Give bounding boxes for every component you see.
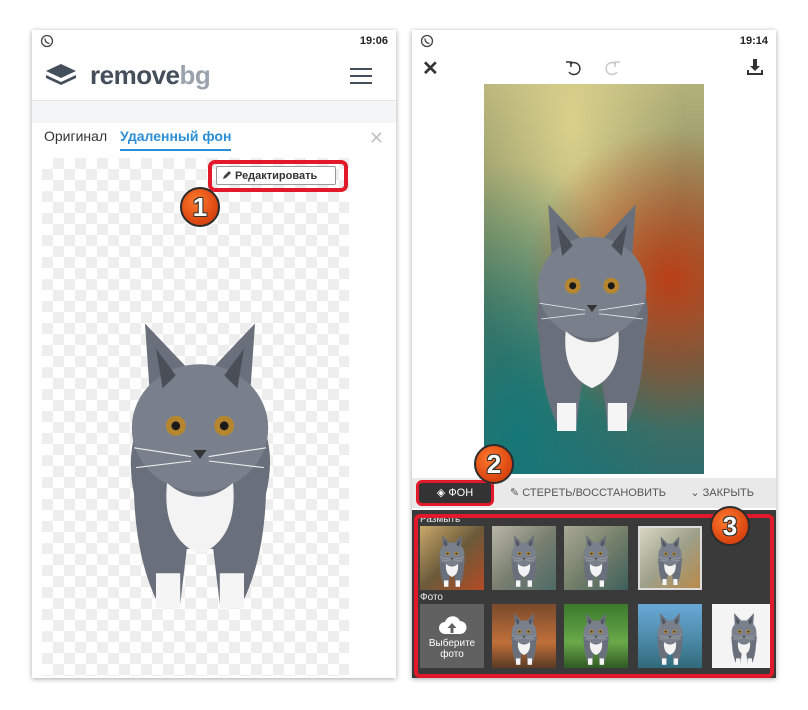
status-bar: 19:06 xyxy=(32,30,396,52)
right-screen: 19:14 ✕ ◈ ФОН ✎ СТЕРЕТЬ/ВОССТАНОВИТЬ ⌄ З… xyxy=(412,30,776,678)
tab-close-label: ЗАКРЫТЬ xyxy=(702,487,754,499)
editor-toolbar: ✕ xyxy=(412,52,776,84)
removebg-logo-icon[interactable] xyxy=(44,60,78,90)
close-icon[interactable]: ✕ xyxy=(369,128,384,149)
pencil-icon xyxy=(223,171,231,179)
chevron-down-icon: ⌄ xyxy=(690,487,703,499)
tab-erase-label: СТЕРЕТЬ/ВОССТАНОВИТЬ xyxy=(522,487,667,499)
step-badge-2: 2 xyxy=(474,444,514,484)
brush-icon: ✎ xyxy=(510,487,523,499)
edit-button[interactable]: Редактировать xyxy=(216,166,336,185)
tab-close[interactable]: ⌄ ЗАКРЫТЬ xyxy=(690,486,754,499)
tab-erase-restore[interactable]: ✎ СТЕРЕТЬ/ВОССТАНОВИТЬ xyxy=(510,486,666,499)
layers-icon: ◈ xyxy=(436,487,449,499)
tab-background[interactable]: ◈ ФОН xyxy=(416,480,494,506)
step-badge-3: 3 xyxy=(710,506,750,546)
tab-background-label: ФОН xyxy=(448,487,474,499)
viber-icon xyxy=(40,34,54,48)
redo-icon[interactable] xyxy=(602,58,622,78)
close-icon[interactable]: ✕ xyxy=(422,56,439,81)
cat-image xyxy=(90,270,310,630)
viber-icon xyxy=(420,34,434,48)
tab-removed-background[interactable]: Удаленный фон xyxy=(120,128,232,151)
brand-logo[interactable]: removebg xyxy=(90,60,211,91)
status-time: 19:06 xyxy=(359,35,388,47)
header-band xyxy=(32,101,396,123)
brand-part-2: bg xyxy=(179,60,211,90)
left-screen: 19:06 removebg Оригинал Удаленный фон ✕ … xyxy=(32,30,396,678)
step-badge-1: 1 xyxy=(180,187,220,227)
hamburger-menu-icon[interactable] xyxy=(350,68,372,84)
app-header: removebg xyxy=(32,52,396,101)
tab-original[interactable]: Оригинал xyxy=(44,128,107,144)
download-icon[interactable] xyxy=(746,58,764,76)
brand-part-1: remove xyxy=(90,60,180,90)
undo-icon[interactable] xyxy=(564,58,584,78)
edit-mode-toolbar: ◈ ФОН ✎ СТЕРЕТЬ/ВОССТАНОВИТЬ ⌄ ЗАКРЫТЬ xyxy=(412,478,776,508)
status-bar: 19:14 xyxy=(412,30,776,52)
status-time: 19:14 xyxy=(739,35,768,47)
cat-image xyxy=(502,165,682,445)
edit-button-label: Редактировать xyxy=(235,170,318,182)
